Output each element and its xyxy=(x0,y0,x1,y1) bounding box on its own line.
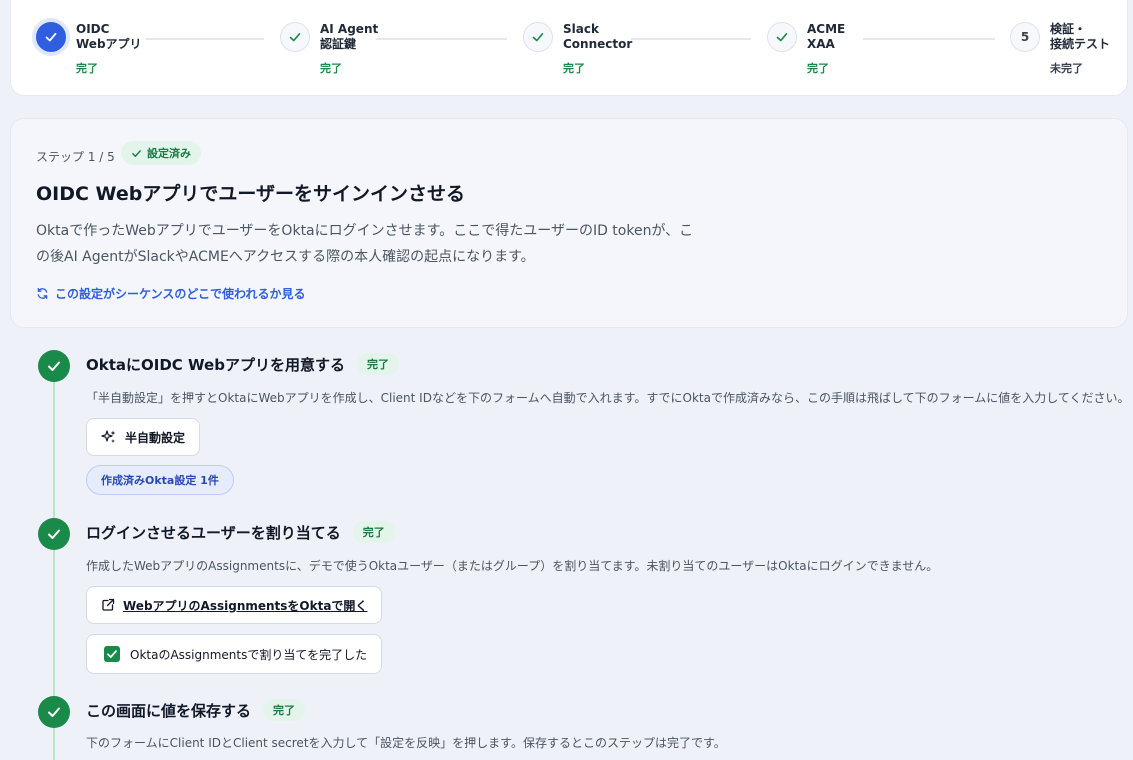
check-icon xyxy=(107,650,117,658)
step-verification-test[interactable]: 5 検証・ 接続テスト 未完了 xyxy=(1010,22,1110,76)
progress-stepper: OIDC Webアプリ 完了 AI Agent 認証鍵 完了 Slack Con… xyxy=(10,0,1128,96)
status-badge-label: 設定済み xyxy=(147,147,191,160)
sequence-link-label: この設定がシーケンスのどこで使われるか見る xyxy=(55,287,306,301)
page-description: Oktaで作ったWebアプリでユーザーをOktaにログインさせます。ここで得たユ… xyxy=(36,223,694,265)
step-acme-xaa[interactable]: ACME XAA 完了 xyxy=(767,22,845,76)
step-title: 検証・ 接続テスト xyxy=(1050,22,1111,51)
sparkle-icon xyxy=(101,430,116,443)
assignments-done-row[interactable]: OktaのAssignmentsで割り当てを完了した xyxy=(86,634,383,674)
step-info-card: ステップ 1 / 5 設定済み OIDC Webアプリでユーザーをサインインさせ… xyxy=(10,118,1128,328)
page-title: OIDC Webアプリでユーザーをサインインさせる xyxy=(36,183,465,205)
semi-auto-setup-button[interactable]: 半自動設定 xyxy=(86,418,201,456)
open-assignments-button[interactable]: WebアプリのAssignmentsをOktaで開く xyxy=(86,586,383,624)
sequence-link[interactable]: この設定がシーケンスのどこで使われるか見る xyxy=(36,285,305,302)
check-icon xyxy=(38,696,70,728)
task-description: 「半自動設定」を押すとOktaにWebアプリを作成し、Client IDなどを下… xyxy=(86,391,1130,405)
check-icon xyxy=(523,22,553,52)
refresh-icon xyxy=(37,288,48,299)
semi-auto-setup-label: 半自動設定 xyxy=(125,430,186,445)
step-connector xyxy=(863,38,995,40)
status-badge: 完了 xyxy=(356,353,399,375)
assignments-done-label: OktaのAssignmentsで割り当てを完了した xyxy=(130,647,368,662)
task-title: OktaにOIDC Webアプリを用意する xyxy=(86,355,345,374)
task-header: OktaにOIDC Webアプリを用意する 完了 xyxy=(86,353,399,375)
step-connector xyxy=(146,38,264,40)
external-link-icon xyxy=(102,598,115,611)
step-title: AI Agent 認証鍵 xyxy=(320,22,379,51)
task-title: この画面に値を保存する xyxy=(86,701,252,720)
created-okta-config-pill[interactable]: 作成済みOkta設定 1件 xyxy=(86,465,234,495)
check-icon xyxy=(38,518,70,550)
step-connector xyxy=(376,38,507,40)
task-title: ログインさせるユーザーを割り当てる xyxy=(86,523,341,542)
step-status: 完了 xyxy=(320,62,342,75)
step-number: 5 xyxy=(1010,22,1040,52)
step-oidc-webapp[interactable]: OIDC Webアプリ 完了 xyxy=(36,22,142,76)
check-icon xyxy=(767,22,797,52)
step-status: 完了 xyxy=(563,62,585,75)
check-icon xyxy=(36,22,66,52)
step-slack-connector[interactable]: Slack Connector 完了 xyxy=(523,22,632,76)
step-status: 完了 xyxy=(807,62,829,75)
check-icon xyxy=(38,350,70,382)
step-title: OIDC Webアプリ xyxy=(76,22,142,51)
step-ai-agent-key[interactable]: AI Agent 認証鍵 完了 xyxy=(280,22,378,76)
step-title: ACME XAA xyxy=(807,22,846,51)
open-assignments-label: WebアプリのAssignmentsをOktaで開く xyxy=(123,598,368,613)
task-description: 作成したWebアプリのAssignmentsに、デモで使うOktaユーザー（また… xyxy=(86,559,939,573)
check-icon xyxy=(280,22,310,52)
check-icon xyxy=(132,149,141,157)
step-title: Slack Connector xyxy=(563,22,633,51)
status-badge: 設定済み xyxy=(121,141,201,165)
task-description: 下のフォームにClient IDとClient secretを入力して「設定を反… xyxy=(86,736,726,750)
task-header: この画面に値を保存する 完了 xyxy=(86,699,306,721)
status-badge: 完了 xyxy=(263,699,306,721)
step-status: 完了 xyxy=(76,62,98,75)
step-connector xyxy=(631,38,751,40)
step-counter: ステップ 1 / 5 xyxy=(36,150,115,164)
step-status: 未完了 xyxy=(1050,62,1083,75)
status-badge: 完了 xyxy=(352,521,395,543)
assignments-done-checkbox[interactable] xyxy=(104,646,120,662)
task-header: ログインさせるユーザーを割り当てる 完了 xyxy=(86,521,395,543)
